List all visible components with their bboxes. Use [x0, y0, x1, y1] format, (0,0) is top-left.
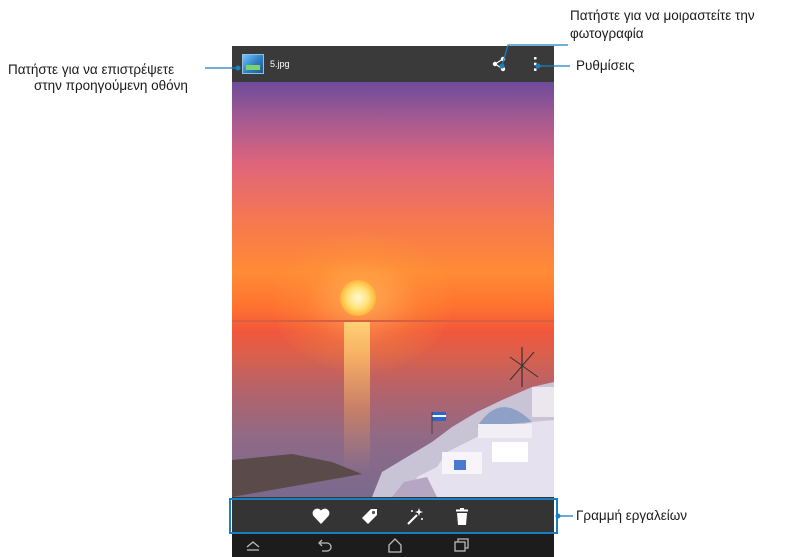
- callout-back-line1: Πατήστε για να επιστρέψετε: [8, 62, 175, 77]
- callout-back-line2: στην προηγούμενη οθόνη: [34, 78, 188, 93]
- callout-share-line1: Πατήστε για να μοιραστείτε την: [570, 8, 755, 23]
- callout-share-line2: φωτογραφία: [570, 26, 644, 41]
- callout-toolbar: Γραμμή εργαλείων: [576, 508, 688, 523]
- callout-settings: Ρυθμίσεις: [576, 58, 635, 73]
